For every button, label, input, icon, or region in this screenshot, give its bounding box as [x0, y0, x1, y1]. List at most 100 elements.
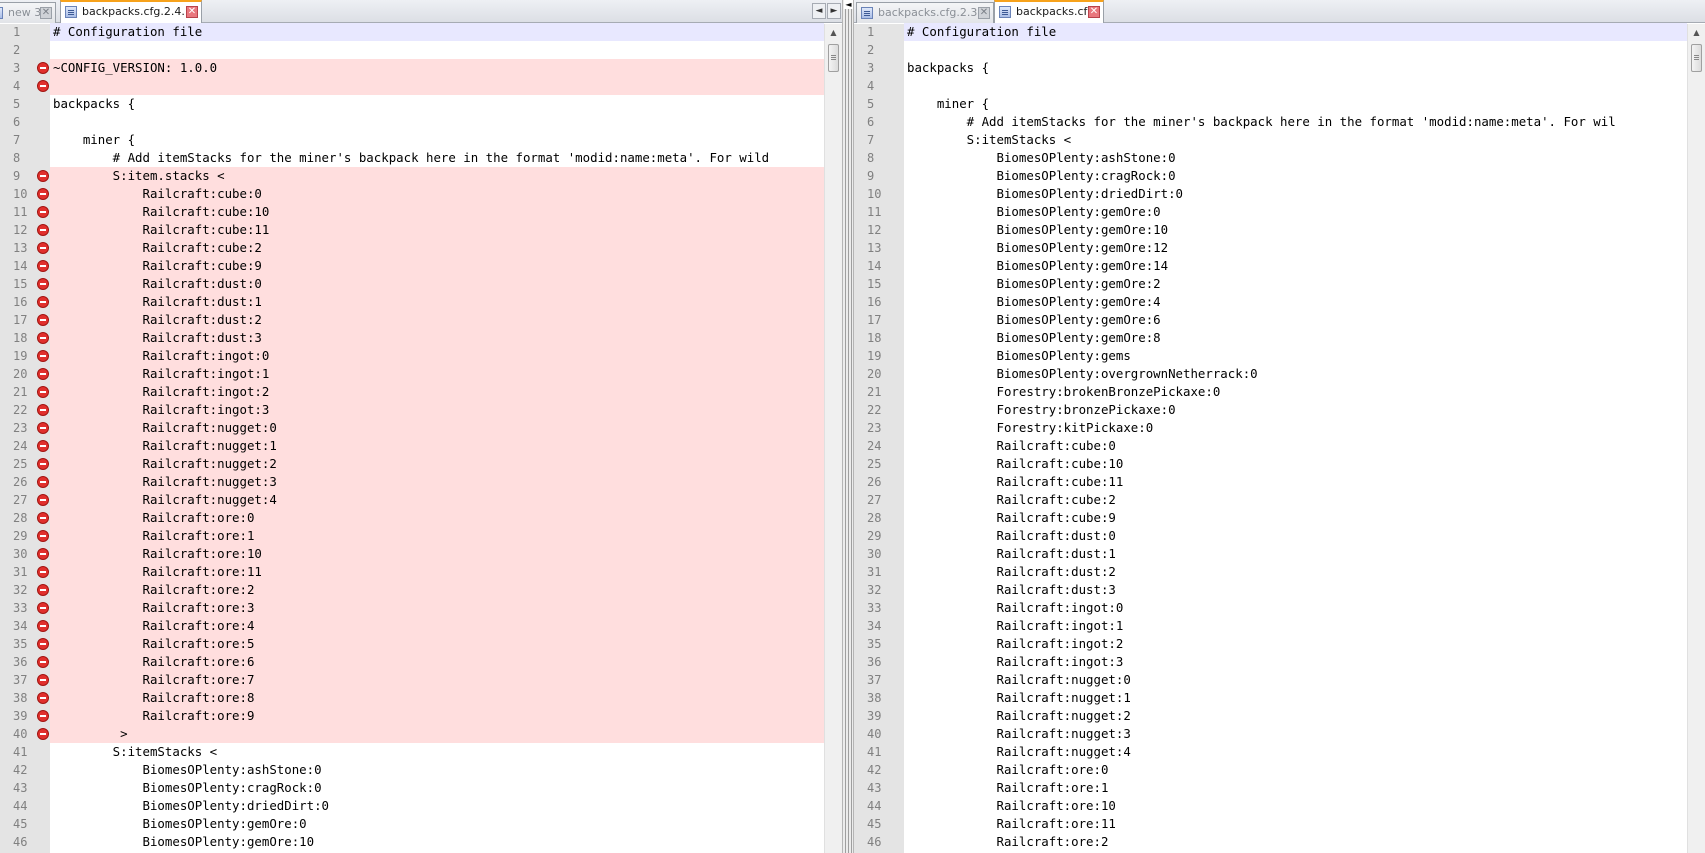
editor-line[interactable]: 45 BiomesOPlenty:gemOre:0 [0, 815, 824, 833]
editor-line[interactable]: 24 Railcraft:cube:0 [854, 437, 1687, 455]
tab-backpacks-cfg[interactable]: backpacks.cfg ✕ [994, 0, 1104, 23]
editor-line[interactable]: 36 Railcraft:ingot:3 [854, 653, 1687, 671]
tab-backpacks-cfg-2-4-1[interactable]: backpacks.cfg.2.4.1 ✕ [60, 0, 202, 23]
editor-line[interactable]: 41 Railcraft:nugget:4 [854, 743, 1687, 761]
left-vertical-scrollbar[interactable]: ▲ [824, 24, 842, 853]
editor-line[interactable]: 20 Railcraft:ingot:1 [0, 365, 824, 383]
tab-scroll-left-button[interactable]: ◄ [812, 3, 826, 19]
editor-line[interactable]: 9 BiomesOPlenty:cragRock:0 [854, 167, 1687, 185]
editor-line[interactable]: 21 Railcraft:ingot:2 [0, 383, 824, 401]
editor-line[interactable]: 43 Railcraft:ore:1 [854, 779, 1687, 797]
editor-line[interactable]: 39 Railcraft:nugget:2 [854, 707, 1687, 725]
editor-line[interactable]: 30 Railcraft:ore:10 [0, 545, 824, 563]
editor-line[interactable]: 28 Railcraft:ore:0 [0, 509, 824, 527]
editor-line[interactable]: 23 Forestry:kitPickaxe:0 [854, 419, 1687, 437]
scroll-thumb[interactable] [1691, 44, 1702, 72]
editor-line[interactable]: 6 # Add itemStacks for the miner's backp… [854, 113, 1687, 131]
editor-line[interactable]: 19 Railcraft:ingot:0 [0, 347, 824, 365]
editor-line[interactable]: 1 # Configuration file [854, 23, 1687, 41]
editor-line[interactable]: 18 Railcraft:dust:3 [0, 329, 824, 347]
editor-line[interactable]: 37 Railcraft:nugget:0 [854, 671, 1687, 689]
editor-line[interactable]: 24 Railcraft:nugget:1 [0, 437, 824, 455]
editor-line[interactable]: 34 Railcraft:ingot:1 [854, 617, 1687, 635]
editor-line[interactable]: 7 miner { [0, 131, 824, 149]
editor-line[interactable]: 42 Railcraft:ore:0 [854, 761, 1687, 779]
editor-line[interactable]: 32 Railcraft:ore:2 [0, 581, 824, 599]
editor-line[interactable]: 46 BiomesOPlenty:gemOre:10 [0, 833, 824, 851]
editor-line[interactable]: 4 [0, 77, 824, 95]
editor-line[interactable]: 44 Railcraft:ore:10 [854, 797, 1687, 815]
editor-line[interactable]: 4 [854, 77, 1687, 95]
editor-line[interactable]: 41 S:itemStacks < [0, 743, 824, 761]
scroll-thumb[interactable] [828, 44, 839, 72]
editor-line[interactable]: 32 Railcraft:dust:3 [854, 581, 1687, 599]
editor-line[interactable]: 23 Railcraft:nugget:0 [0, 419, 824, 437]
editor-line[interactable]: 6 [0, 113, 824, 131]
editor-line[interactable]: 42 BiomesOPlenty:ashStone:0 [0, 761, 824, 779]
editor-line[interactable]: 18 BiomesOPlenty:gemOre:8 [854, 329, 1687, 347]
editor-line[interactable]: 33 Railcraft:ingot:0 [854, 599, 1687, 617]
editor-line[interactable]: 15 Railcraft:dust:0 [0, 275, 824, 293]
editor-line[interactable]: 36 Railcraft:ore:6 [0, 653, 824, 671]
editor-line[interactable]: 35 Railcraft:ore:5 [0, 635, 824, 653]
editor-line[interactable]: 25 Railcraft:nugget:2 [0, 455, 824, 473]
editor-line[interactable]: 14 Railcraft:cube:9 [0, 257, 824, 275]
editor-line[interactable]: 33 Railcraft:ore:3 [0, 599, 824, 617]
editor-line[interactable]: 38 Railcraft:ore:8 [0, 689, 824, 707]
editor-line[interactable]: 40 > [0, 725, 824, 743]
editor-line[interactable]: 28 Railcraft:cube:9 [854, 509, 1687, 527]
editor-line[interactable]: 43 BiomesOPlenty:cragRock:0 [0, 779, 824, 797]
right-editor[interactable]: 1 # Configuration file 2 3 backpacks {4 5 min… [854, 23, 1687, 853]
editor-line[interactable]: 10 Railcraft:cube:0 [0, 185, 824, 203]
editor-line[interactable]: 45 Railcraft:ore:11 [854, 815, 1687, 833]
editor-line[interactable]: 16 BiomesOPlenty:gemOre:4 [854, 293, 1687, 311]
editor-line[interactable]: 26 Railcraft:nugget:3 [0, 473, 824, 491]
editor-line[interactable]: 14 BiomesOPlenty:gemOre:14 [854, 257, 1687, 275]
editor-line[interactable]: 31 Railcraft:ore:11 [0, 563, 824, 581]
editor-line[interactable]: 13 BiomesOPlenty:gemOre:12 [854, 239, 1687, 257]
editor-line[interactable]: 40 Railcraft:nugget:3 [854, 725, 1687, 743]
editor-line[interactable]: 35 Railcraft:ingot:2 [854, 635, 1687, 653]
editor-line[interactable]: 21 Forestry:brokenBronzePickaxe:0 [854, 383, 1687, 401]
editor-line[interactable]: 11 Railcraft:cube:10 [0, 203, 824, 221]
editor-line[interactable]: 2 [0, 41, 824, 59]
tab-new-35[interactable]: new 35 ✕ [0, 2, 56, 23]
editor-line[interactable]: 5 backpacks { [0, 95, 824, 113]
editor-line[interactable]: 27 Railcraft:nugget:4 [0, 491, 824, 509]
editor-line[interactable]: 7 S:itemStacks < [854, 131, 1687, 149]
tab-scroll-right-button[interactable]: ► [827, 3, 841, 19]
editor-line[interactable]: 20 BiomesOPlenty:overgrownNetherrack:0 [854, 365, 1687, 383]
editor-line[interactable]: 17 BiomesOPlenty:gemOre:6 [854, 311, 1687, 329]
editor-line[interactable]: 9 S:item.stacks < [0, 167, 824, 185]
editor-line[interactable]: 26 Railcraft:cube:11 [854, 473, 1687, 491]
editor-line[interactable]: 38 Railcraft:nugget:1 [854, 689, 1687, 707]
editor-line[interactable]: 1 # Configuration file [0, 23, 824, 41]
editor-line[interactable]: 3 ~CONFIG_VERSION: 1.0.0 [0, 59, 824, 77]
editor-line[interactable]: 11 BiomesOPlenty:gemOre:0 [854, 203, 1687, 221]
editor-line[interactable]: 22 Railcraft:ingot:3 [0, 401, 824, 419]
editor-line[interactable]: 46 Railcraft:ore:2 [854, 833, 1687, 851]
splitter-arrow-icon[interactable]: ◄ [844, 0, 853, 9]
close-icon[interactable]: ✕ [978, 7, 990, 19]
editor-line[interactable]: 2 [854, 41, 1687, 59]
left-editor[interactable]: 1 # Configuration file 2 3 ~CONFIG_VERSION: … [0, 23, 824, 853]
editor-line[interactable]: 8 BiomesOPlenty:ashStone:0 [854, 149, 1687, 167]
editor-line[interactable]: 19 BiomesOPlenty:gems [854, 347, 1687, 365]
editor-line[interactable]: 29 Railcraft:ore:1 [0, 527, 824, 545]
close-icon[interactable]: ✕ [186, 6, 198, 18]
editor-line[interactable]: 12 BiomesOPlenty:gemOre:10 [854, 221, 1687, 239]
editor-line[interactable]: 15 BiomesOPlenty:gemOre:2 [854, 275, 1687, 293]
editor-line[interactable]: 30 Railcraft:dust:1 [854, 545, 1687, 563]
editor-line[interactable]: 12 Railcraft:cube:11 [0, 221, 824, 239]
editor-line[interactable]: 29 Railcraft:dust:0 [854, 527, 1687, 545]
editor-line[interactable]: 3 backpacks { [854, 59, 1687, 77]
editor-line[interactable]: 10 BiomesOPlenty:driedDirt:0 [854, 185, 1687, 203]
pane-splitter[interactable]: ◄ [842, 0, 854, 853]
editor-line[interactable]: 13 Railcraft:cube:2 [0, 239, 824, 257]
editor-line[interactable]: 39 Railcraft:ore:9 [0, 707, 824, 725]
editor-line[interactable]: 37 Railcraft:ore:7 [0, 671, 824, 689]
tab-backpacks-cfg-2-3-5[interactable]: backpacks.cfg.2.3.5 ✕ [856, 2, 994, 23]
editor-line[interactable]: 8 # Add itemStacks for the miner's backp… [0, 149, 824, 167]
editor-line[interactable]: 22 Forestry:bronzePickaxe:0 [854, 401, 1687, 419]
scroll-up-icon[interactable]: ▲ [1688, 24, 1705, 41]
